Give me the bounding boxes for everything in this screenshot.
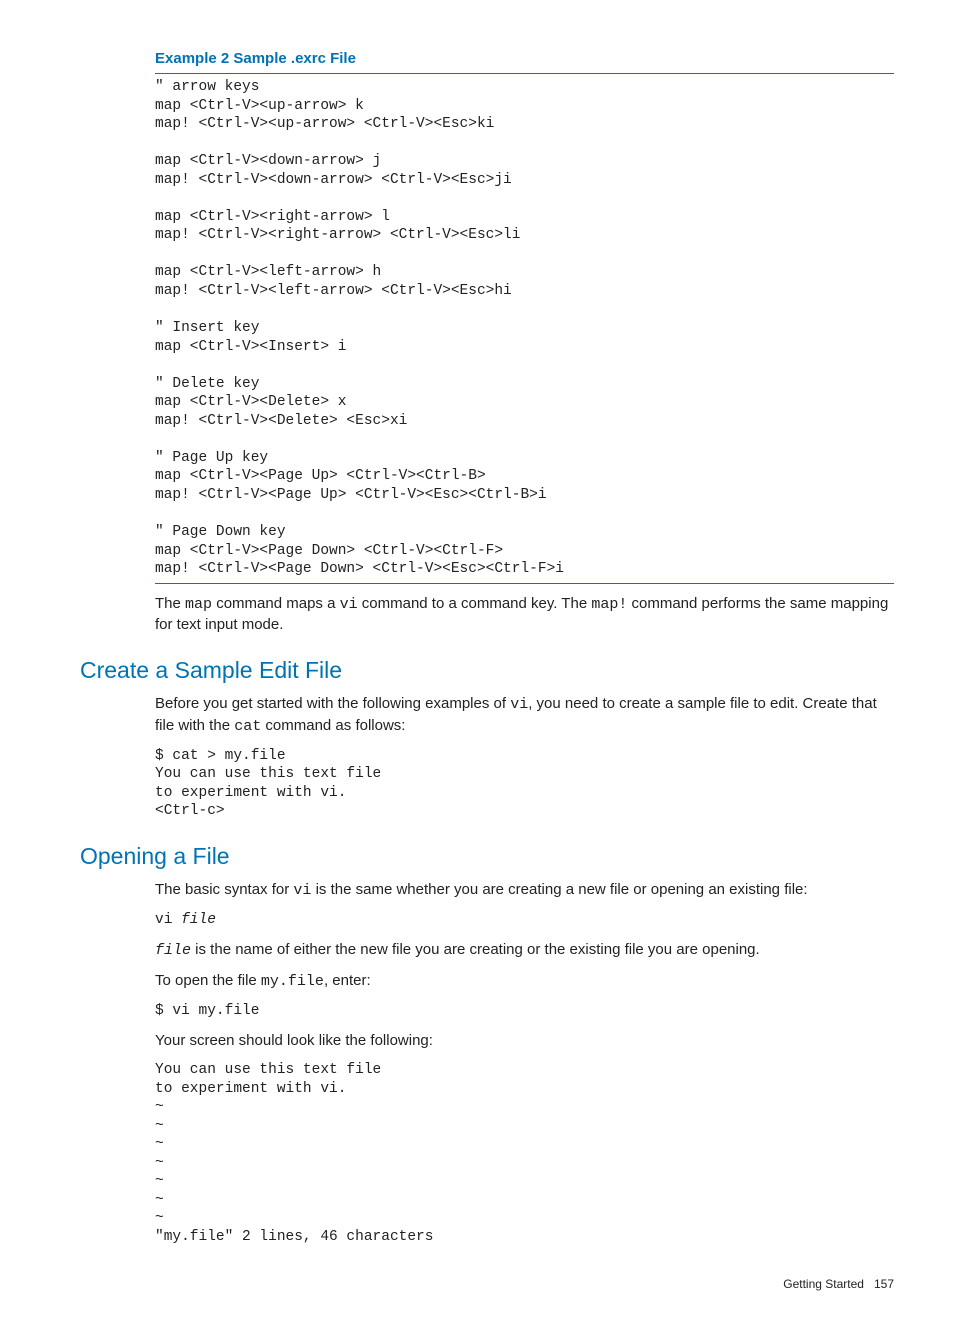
example-code: " arrow keys map <Ctrl-V><up-arrow> k ma… [155,78,894,579]
para-open-intro: The basic syntax for vi is the same whet… [155,880,894,901]
code-vi-myfile: $ vi my.file [155,1002,894,1021]
code-myfile: my.file [261,973,324,990]
heading-create-sample: Create a Sample Edit File [80,657,894,684]
code-vi: vi [510,696,528,713]
rule-top [155,73,894,74]
text: To open the file [155,972,261,989]
code-mapbang: map! [591,596,627,613]
text: is the name of either the new file you a… [191,941,760,958]
text: is the same whether you are creating a n… [311,881,807,898]
footer-section: Getting Started [783,1277,864,1291]
code-vi: vi [293,882,311,899]
arg-file: file [181,912,216,928]
text: , enter: [324,972,371,989]
page-content: Example 2 Sample .exrc File " arrow keys… [0,0,954,1321]
text: vi [155,912,181,928]
para-map-explain: The map command maps a vi command to a c… [155,594,894,636]
para-create-intro: Before you get started with the followin… [155,694,894,737]
code-cat: cat [234,718,261,735]
para-open-myfile: To open the file my.file, enter: [155,971,894,992]
text: command as follows: [261,717,405,734]
code-screen-output: You can use this text file to experiment… [155,1061,894,1246]
rule-bottom [155,583,894,584]
text: Before you get started with the followin… [155,695,510,712]
code-map: map [185,596,212,613]
code-vi: vi [340,596,358,613]
para-file-explain: file is the name of either the new file … [155,940,894,961]
text: command to a command key. The [358,595,592,612]
footer-page-number: 157 [874,1277,894,1291]
text: command maps a [212,595,340,612]
code-cat-example: $ cat > my.file You can use this text fi… [155,747,894,821]
text: The [155,595,185,612]
page-footer: Getting Started 157 [60,1277,894,1291]
arg-file: file [155,942,191,959]
para-screen-intro: Your screen should look like the followi… [155,1031,894,1051]
text: The basic syntax for [155,881,293,898]
code-vi-syntax: vi file [155,911,894,930]
example-title: Example 2 Sample .exrc File [155,50,894,67]
heading-opening-file: Opening a File [80,843,894,870]
